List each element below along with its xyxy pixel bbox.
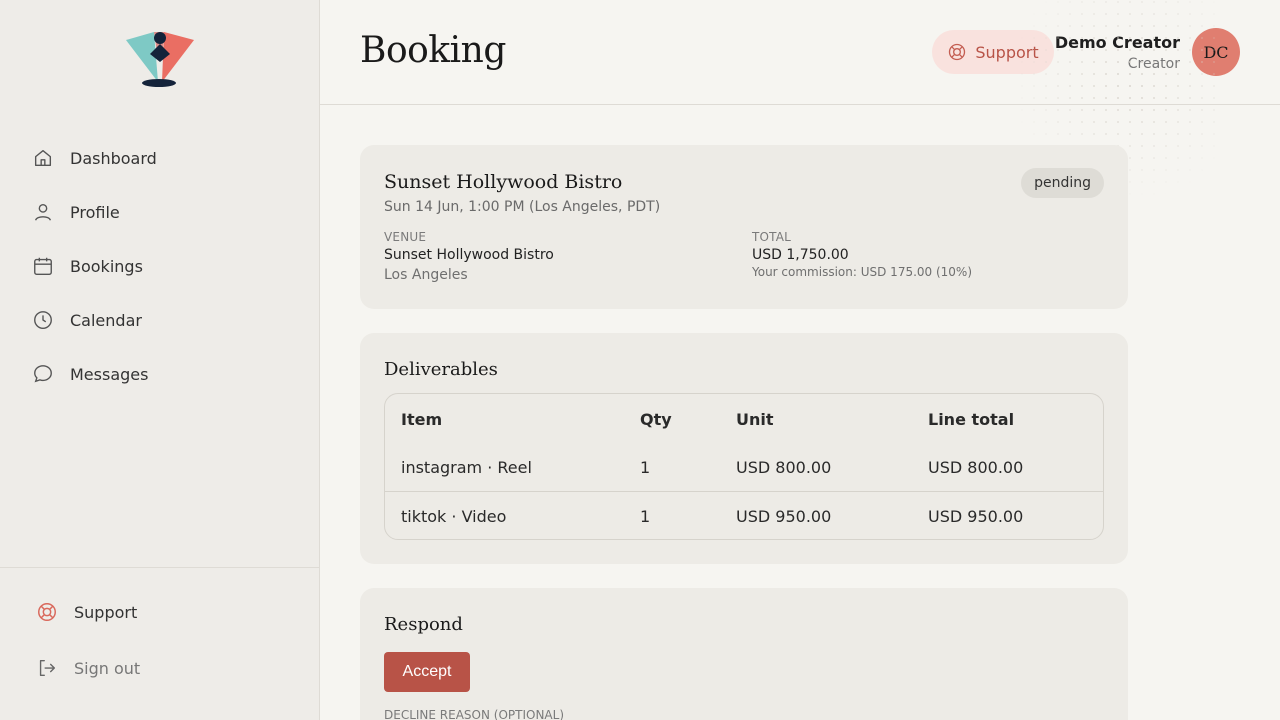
avatar[interactable]: DC [1192,28,1240,76]
chat-icon [32,363,54,385]
cell-unit: USD 800.00 [736,458,832,477]
commission-text: Your commission: USD 175.00 (10%) [752,265,973,279]
accept-button[interactable]: Accept [384,652,470,692]
home-icon [32,147,54,169]
calendar-icon [32,255,54,277]
sidebar-item-messages[interactable]: Messages [0,347,319,401]
cell-item: tiktok · Video [401,507,507,526]
lifebuoy-icon [36,601,58,623]
lifebuoy-icon [949,43,966,61]
page-header: Booking Support Demo Creator Creator DC [320,0,1280,105]
sidebar-item-profile[interactable]: Profile [0,185,319,239]
sidebar-item-label: Messages [70,364,149,384]
cell-qty: 1 [640,507,651,526]
sidebar-item-label: Profile [70,202,120,222]
page-title: Booking [360,30,506,71]
column-header-qty: Qty [640,410,672,429]
cell-line-total: USD 950.00 [928,507,1024,526]
sidebar-item-label: Dashboard [70,148,157,168]
booking-date: Sun 14 Jun, 1:00 PM (Los Angeles, PDT) [384,199,661,215]
cell-item: instagram · Reel [401,458,532,477]
sign-out-button[interactable]: Sign out [36,657,140,679]
venue-label: VENUE [384,230,427,244]
cell-qty: 1 [640,458,651,477]
sidebar: Dashboard Profile Bookings Calendar Mess… [0,0,320,720]
booking-title: Sunset Hollywood Bistro [384,171,623,193]
sidebar-item-label: Bookings [70,256,143,276]
deliverables-card: Deliverables Item Qty Unit Line total in… [360,333,1128,564]
row-divider [385,491,1103,492]
total-label: TOTAL [752,230,792,244]
clock-icon [32,309,54,331]
sidebar-item-dashboard[interactable]: Dashboard [0,131,319,185]
user-name: Demo Creator [1054,33,1180,52]
sidebar-item-label: Calendar [70,310,142,330]
sidebar-item-calendar[interactable]: Calendar [0,293,319,347]
column-header-item: Item [401,410,443,429]
total-value: USD 1,750.00 [752,247,849,263]
brand-logo [126,32,194,87]
support-button-label: Support [975,42,1039,62]
respond-title: Respond [384,614,463,635]
sidebar-support-label: Support [74,602,138,622]
sidebar-support-link[interactable]: Support [36,601,137,623]
cell-line-total: USD 800.00 [928,458,1024,477]
cell-unit: USD 950.00 [736,507,832,526]
status-badge: pending [1021,168,1104,198]
header-support-button[interactable]: Support [932,30,1054,74]
user-icon [32,201,54,223]
sign-out-icon [36,657,58,679]
deliverables-title: Deliverables [384,359,498,380]
venue-city: Los Angeles [384,267,468,283]
user-role: Creator [1127,56,1180,72]
sidebar-footer: Support Sign out [0,567,319,720]
decline-reason-label: DECLINE REASON (OPTIONAL) [384,708,565,720]
column-header-line-total: Line total [928,410,1015,429]
deliverables-table: Item Qty Unit Line total instagram · Ree… [384,393,1104,540]
column-header-unit: Unit [736,410,774,429]
sidebar-nav: Dashboard Profile Bookings Calendar Mess… [0,131,319,401]
venue-name: Sunset Hollywood Bistro [384,247,554,263]
booking-summary-card: Sunset Hollywood Bistro Sun 14 Jun, 1:00… [360,145,1128,309]
sign-out-label: Sign out [74,658,141,678]
sidebar-item-bookings[interactable]: Bookings [0,239,319,293]
respond-card: Respond Accept DECLINE REASON (OPTIONAL) [360,588,1128,720]
